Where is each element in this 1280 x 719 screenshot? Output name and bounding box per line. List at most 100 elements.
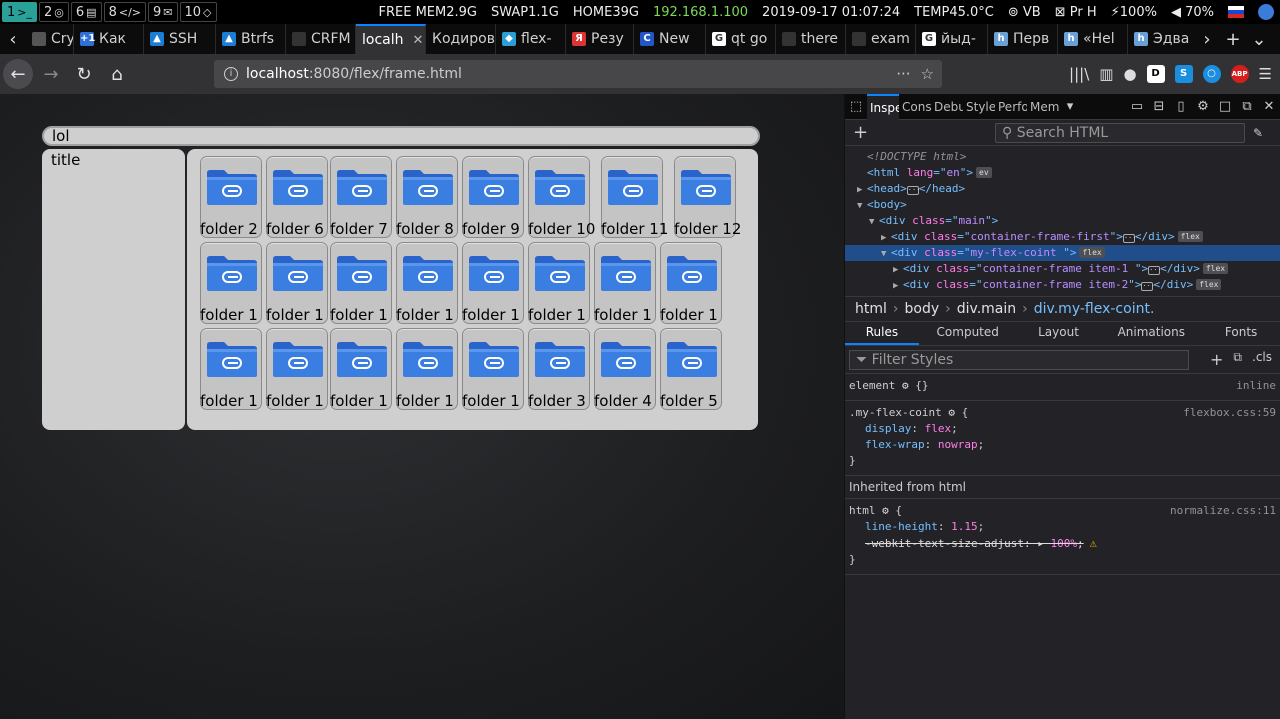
browser-tab[interactable]: h Эдва bbox=[1128, 24, 1194, 54]
expand-twisty-icon[interactable]: ▶ bbox=[881, 230, 891, 246]
cls-toggle[interactable]: .cls bbox=[1252, 350, 1272, 369]
new-tab-button[interactable]: + bbox=[1220, 24, 1246, 54]
expand-twisty-icon[interactable]: ▶ bbox=[857, 182, 867, 198]
list-tabs-button[interactable]: ⌄ bbox=[1246, 24, 1272, 54]
devtools-tab[interactable]: Inspe bbox=[867, 93, 899, 120]
markup-node[interactable]: <!DOCTYPE html> bbox=[845, 149, 1280, 165]
breadcrumb-item[interactable]: body bbox=[905, 301, 940, 317]
sidebar-tab[interactable]: Fonts bbox=[1202, 321, 1280, 345]
workspace-6[interactable]: 6 ▤ bbox=[70, 2, 102, 22]
devtools-tab[interactable]: Style bbox=[963, 94, 995, 120]
node-badge[interactable]: flex bbox=[1079, 247, 1105, 258]
node-badge[interactable]: ev bbox=[976, 167, 992, 178]
warning-icon[interactable]: ⚠ bbox=[1090, 536, 1097, 550]
browser-tab[interactable]: ◆ flex- bbox=[496, 24, 566, 54]
sidebar-tab[interactable]: Rules bbox=[845, 321, 919, 345]
folder-item[interactable]: folder 1 bbox=[266, 328, 328, 410]
browser-tab[interactable]: ▲ SSH bbox=[144, 24, 216, 54]
folder-item[interactable]: folder 7 bbox=[330, 156, 392, 238]
extension-s-icon[interactable]: S bbox=[1174, 65, 1193, 83]
search-html-input[interactable]: ⚲ Search HTML bbox=[995, 122, 1245, 143]
markup-node[interactable]: ▶ <div class="container-frame item-2">···… bbox=[845, 277, 1280, 293]
folder-item[interactable]: folder 4 bbox=[594, 328, 656, 410]
folder-item[interactable]: folder 1 bbox=[396, 328, 458, 410]
markup-node[interactable]: </div> bbox=[845, 293, 1280, 296]
tabs-scroll-left-button[interactable]: ‹ bbox=[0, 24, 26, 54]
browser-tab[interactable]: exam bbox=[846, 24, 916, 54]
markup-node[interactable]: ▶ <head>···</head> bbox=[845, 181, 1280, 197]
workspace-2[interactable]: 2 ◎ bbox=[39, 2, 69, 22]
collapsed-ellipsis-icon[interactable]: ··· bbox=[1148, 266, 1162, 275]
css-declaration[interactable]: flex-wrap: nowrap; bbox=[849, 437, 1276, 453]
workspace-9[interactable]: 9 ✉ bbox=[148, 2, 178, 22]
workspace-8[interactable]: 8 </> bbox=[103, 2, 146, 22]
browser-tab[interactable]: C New bbox=[634, 24, 706, 54]
toggle-pseudo-icon[interactable]: ⧉ bbox=[1233, 350, 1242, 369]
markup-node[interactable]: ▼ <div class="main"> bbox=[845, 213, 1280, 229]
devtools-tab[interactable]: Debu bbox=[931, 94, 963, 120]
markup-node[interactable]: <html lang="en"> ev bbox=[845, 165, 1280, 181]
dock-icon[interactable]: □ bbox=[1214, 94, 1236, 120]
devtools-tab[interactable]: Perfo bbox=[995, 94, 1027, 120]
page-actions-icon[interactable]: ··· bbox=[896, 65, 910, 83]
markup-node[interactable]: ▼ <div class="my-flex-coint "> flex bbox=[845, 245, 1280, 261]
more-tools-icon[interactable]: ▾ bbox=[1059, 94, 1081, 120]
sidebar-tab[interactable]: Animations bbox=[1100, 321, 1202, 345]
rule-source-link[interactable]: flexbox.css:59 bbox=[1183, 405, 1276, 421]
expand-twisty-icon[interactable]: ▼ bbox=[869, 214, 879, 230]
settings-gear-icon[interactable]: ⚙ bbox=[1192, 94, 1214, 120]
collapsed-ellipsis-icon[interactable]: ··· bbox=[1122, 234, 1136, 243]
forward-button[interactable]: → bbox=[36, 59, 66, 89]
browser-tab[interactable]: ▲ Btrfs bbox=[216, 24, 286, 54]
folder-item[interactable]: folder 12 bbox=[674, 156, 741, 238]
workspace-10[interactable]: 10 ◇ bbox=[179, 2, 217, 22]
expand-twisty-icon[interactable]: ▼ bbox=[857, 198, 867, 214]
folder-item[interactable]: folder 1 bbox=[528, 242, 590, 324]
sidebar-tab[interactable]: Layout bbox=[1017, 321, 1101, 345]
add-node-icon[interactable]: + bbox=[853, 122, 868, 143]
tab-close-icon[interactable]: ✕ bbox=[413, 33, 424, 48]
folder-item[interactable]: folder 1 bbox=[396, 242, 458, 324]
folder-item[interactable]: folder 1 bbox=[594, 242, 656, 324]
breadcrumb-item[interactable]: div.main bbox=[957, 301, 1016, 317]
browser-tab[interactable]: Я Резу bbox=[566, 24, 634, 54]
url-bar[interactable]: i localhost:8080/flex/frame.html ··· ☆ bbox=[214, 60, 942, 88]
rule-gear-icon[interactable]: ⚙ bbox=[895, 379, 915, 392]
devtools-tab[interactable]: Cons bbox=[899, 94, 931, 120]
separate-window-icon[interactable]: ⧉ bbox=[1236, 94, 1258, 120]
folder-item[interactable]: folder 2 bbox=[200, 156, 262, 238]
screenshot-icon[interactable]: ▯ bbox=[1170, 94, 1192, 120]
extension-mouse-icon[interactable]: ● bbox=[1123, 65, 1136, 83]
folder-item[interactable]: folder 1 bbox=[266, 242, 328, 324]
folder-item[interactable]: folder 1 bbox=[330, 328, 392, 410]
rule-gear-icon[interactable]: ⚙ bbox=[942, 406, 962, 419]
rule-selector[interactable]: element bbox=[849, 379, 895, 392]
expand-twisty-icon[interactable]: ▶ bbox=[893, 262, 903, 278]
browser-tab[interactable]: Gqt go bbox=[706, 24, 776, 54]
workspace-1[interactable]: 1 >_ bbox=[2, 2, 37, 22]
browser-tab[interactable]: Gйыд- bbox=[916, 24, 988, 54]
folder-item[interactable]: folder 11 bbox=[601, 156, 668, 238]
browser-tab[interactable]: Cry bbox=[26, 24, 74, 54]
markup-node[interactable]: ▼ <body> bbox=[845, 197, 1280, 213]
rule-gear-icon[interactable]: ⚙ bbox=[876, 504, 896, 517]
adblock-plus-icon[interactable]: ABP bbox=[1230, 65, 1249, 83]
breadcrumb-item[interactable]: div.my-flex-coint. bbox=[1034, 301, 1155, 317]
browser-tab[interactable]: Кодиров bbox=[426, 24, 496, 54]
network-icon[interactable] bbox=[1258, 4, 1274, 20]
folder-item[interactable]: folder 1 bbox=[660, 242, 722, 324]
extension-ring-icon[interactable]: ○ bbox=[1202, 65, 1221, 83]
rule-source-link[interactable]: inline bbox=[1236, 378, 1276, 394]
node-badge[interactable]: flex bbox=[1202, 263, 1229, 274]
bookmark-star-icon[interactable]: ☆ bbox=[921, 65, 934, 83]
sidebar-icon[interactable]: ▥ bbox=[1099, 65, 1113, 83]
devtools-tab[interactable]: Mem bbox=[1027, 94, 1059, 120]
back-button[interactable]: ← bbox=[3, 59, 33, 89]
close-devtools-icon[interactable]: ✕ bbox=[1258, 94, 1280, 120]
folder-item[interactable]: folder 1 bbox=[462, 242, 524, 324]
home-button[interactable]: ⌂ bbox=[102, 59, 132, 89]
css-declaration-overridden[interactable]: -webkit-text-size-adjust: ▸ 100%; ⚠ bbox=[849, 535, 1276, 552]
rule-source-link[interactable]: normalize.css:11 bbox=[1170, 503, 1276, 519]
css-declaration[interactable]: display: flex; bbox=[849, 421, 1276, 437]
extension-d-icon[interactable]: D bbox=[1146, 65, 1165, 83]
